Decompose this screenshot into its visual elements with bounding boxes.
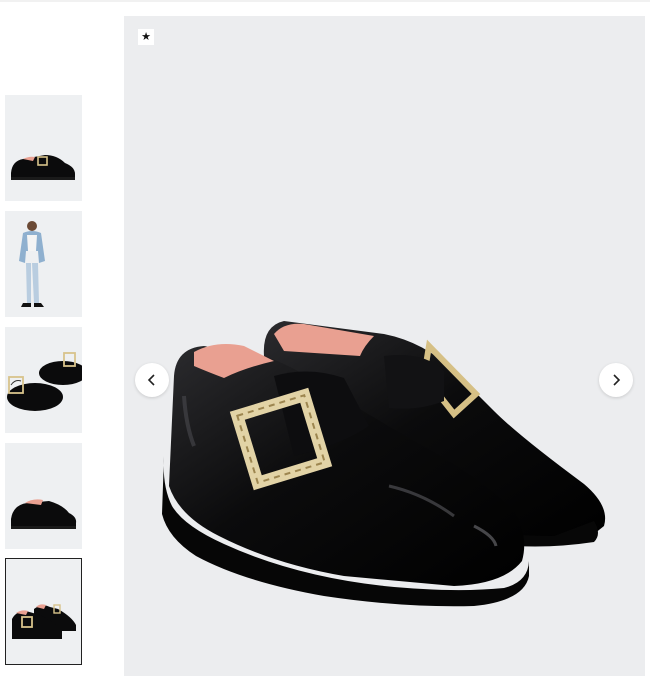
thumb-top-view[interactable]	[5, 327, 82, 433]
thumb-side-view[interactable]	[5, 95, 82, 201]
thumb-pair-view[interactable]	[5, 558, 82, 665]
top-divider	[0, 0, 650, 2]
chevron-left-icon	[147, 374, 155, 386]
thumb-rear-view[interactable]	[5, 443, 82, 549]
thumb-model-wearing[interactable]	[5, 211, 82, 317]
product-main-image	[162, 321, 606, 607]
chevron-right-icon	[613, 374, 621, 386]
main-image-viewer: ★	[124, 16, 645, 676]
previous-image-button[interactable]	[135, 363, 169, 397]
next-image-button[interactable]	[599, 363, 633, 397]
